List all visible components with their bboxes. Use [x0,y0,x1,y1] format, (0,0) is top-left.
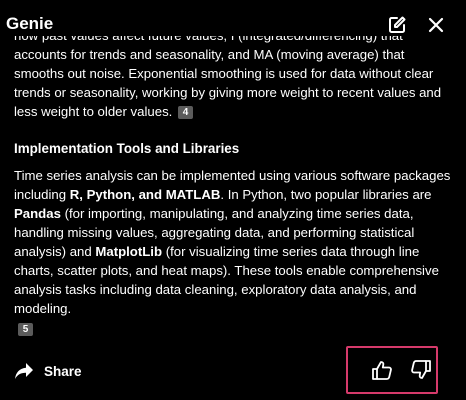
answer-content: how past values affect future values, I … [14,36,454,336]
thumbs-up-icon [372,361,392,380]
answer-paragraph: Time series analysis can be implemented … [14,168,451,316]
section-heading: Implementation Tools and Libraries [14,141,240,156]
share-label: Share [44,363,82,379]
citation-badge[interactable]: 5 [18,323,33,336]
thumbs-down-icon [411,360,431,379]
close-button[interactable] [423,12,449,38]
share-button[interactable]: Share [14,358,82,384]
thumbs-down-button[interactable] [408,357,434,383]
edit-icon [389,16,406,33]
genie-panel: Genie how past values affect future valu… [0,0,466,400]
close-icon [428,17,444,33]
answer-paragraph: accounts for trends and seasonality, and… [14,47,442,119]
new-chat-button[interactable] [384,12,410,38]
share-icon [15,363,33,379]
panel-header: Genie [0,0,466,50]
answer-footer: Share [0,344,466,400]
citation-badge[interactable]: 4 [178,106,194,119]
thumbs-up-button[interactable] [369,357,395,383]
feedback-highlight [346,346,438,394]
app-title: Genie [6,14,54,33]
